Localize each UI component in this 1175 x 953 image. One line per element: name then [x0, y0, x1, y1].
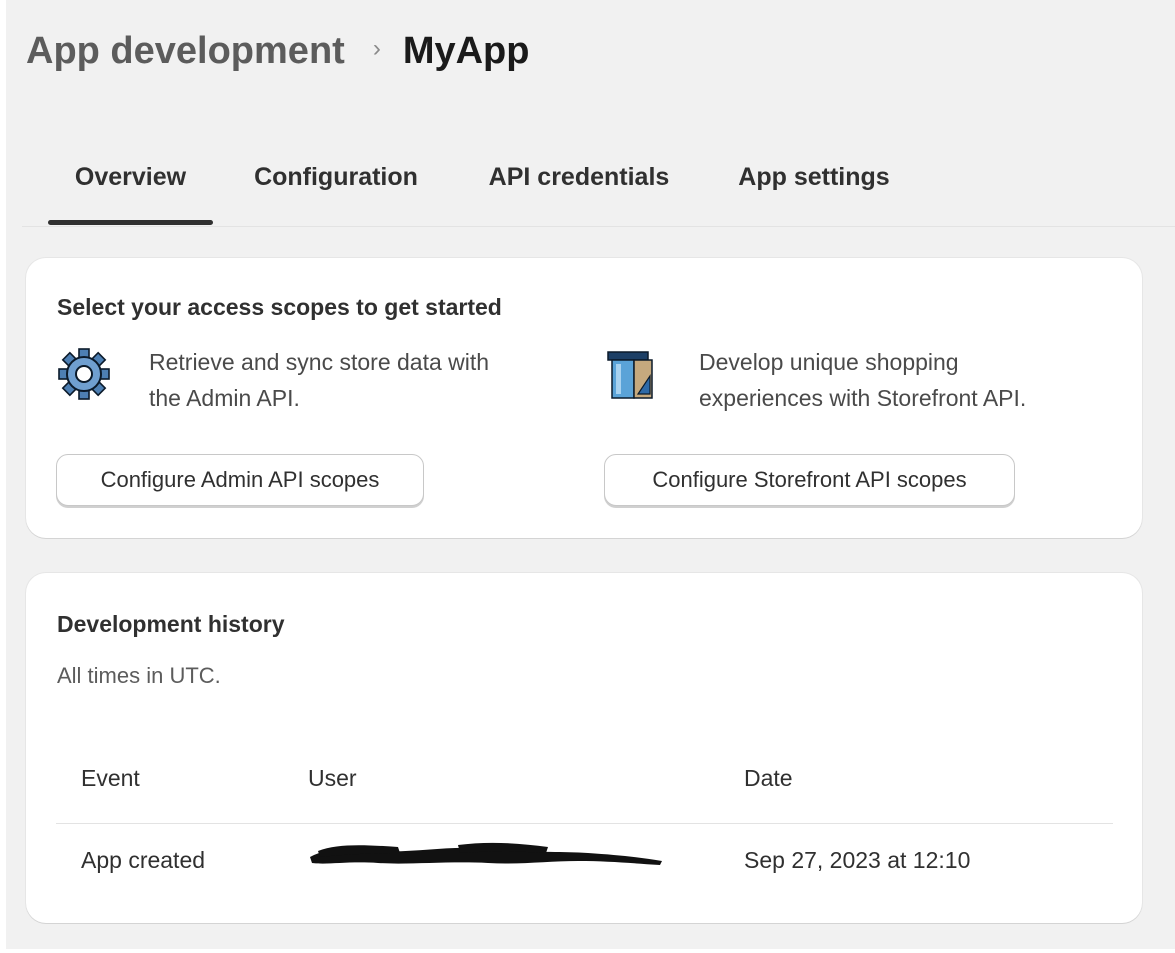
storefront-api-description-line2: experiences with Storefront API. — [699, 385, 1027, 411]
admin-api-description: Retrieve and sync store data with the Ad… — [149, 344, 489, 416]
admin-api-description-line2: the Admin API. — [149, 385, 300, 411]
breadcrumb: App development › MyApp — [26, 26, 529, 76]
configure-storefront-api-scopes-button[interactable]: Configure Storefront API scopes — [604, 454, 1015, 506]
storefront-api-description-line1: Develop unique shopping — [699, 349, 959, 375]
storefront-api-description: Develop unique shopping experiences with… — [699, 344, 1026, 416]
column-header-event: Event — [81, 765, 140, 791]
tab-api-credentials[interactable]: API credentials — [468, 146, 690, 226]
admin-api-description-line1: Retrieve and sync store data with — [149, 349, 490, 375]
redacted-user-scribble — [310, 842, 662, 865]
tab-bar: Overview Configuration API credentials A… — [22, 146, 1175, 227]
access-scopes-title: Select your access scopes to get started — [57, 294, 502, 320]
page-edge-bottom — [0, 949, 1175, 953]
tab-app-settings[interactable]: App settings — [718, 146, 910, 226]
tab-configuration-label: Configuration — [254, 162, 418, 191]
table-divider — [56, 823, 1113, 824]
column-header-date: Date — [744, 765, 793, 791]
timezone-note: All times in UTC. — [57, 663, 221, 688]
gear-icon — [58, 348, 110, 400]
development-history-card: Development history All times in UTC. Ev… — [26, 573, 1142, 923]
configure-admin-api-scopes-button[interactable]: Configure Admin API scopes — [56, 454, 424, 506]
table-cell-date: Sep 27, 2023 at 12:10 — [744, 847, 971, 873]
column-header-user: User — [308, 765, 357, 791]
tab-overview[interactable]: Overview — [48, 146, 213, 226]
table-cell-event: App created — [81, 847, 206, 873]
tab-app-settings-label: App settings — [738, 162, 890, 191]
access-scopes-card: Select your access scopes to get started — [26, 258, 1142, 538]
tab-overview-label: Overview — [74, 162, 187, 191]
breadcrumb-separator-icon: › — [372, 35, 381, 62]
tab-selected-indicator — [48, 220, 213, 225]
tab-configuration[interactable]: Configuration — [236, 146, 436, 226]
breadcrumb-parent-link[interactable]: App development — [26, 26, 345, 76]
page-title: MyApp — [402, 30, 530, 72]
storefront-icon — [607, 351, 653, 399]
tab-api-credentials-label: API credentials — [488, 162, 670, 191]
page-edge — [0, 0, 6, 953]
development-history-title: Development history — [57, 611, 285, 637]
